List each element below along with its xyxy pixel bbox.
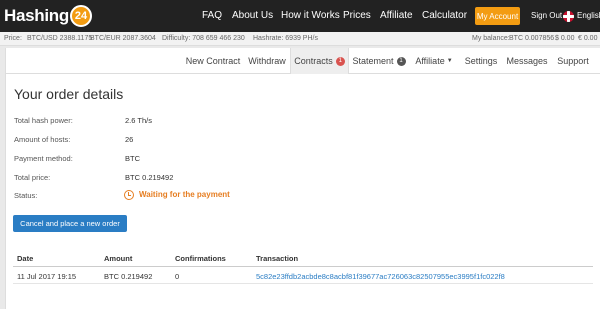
payment-method-label: Payment method:	[14, 154, 73, 163]
nav-link-affiliate[interactable]: Affiliate	[380, 10, 413, 21]
logo-text: Hashing	[4, 6, 69, 25]
status-text: Waiting for the payment	[139, 190, 230, 199]
table-row-divider	[13, 283, 593, 284]
total-price-value: BTC 0.219492	[125, 173, 174, 182]
column-header-date: Date	[17, 254, 34, 263]
tab-label: Support	[557, 56, 589, 66]
balance-usd: $ 0.00	[555, 35, 575, 42]
balance-label: My balance:	[472, 35, 510, 42]
logo-badge: 24	[69, 5, 92, 27]
column-header-confirmations: Confirmations	[175, 254, 226, 263]
btc-eur-rate: BTC/EUR 2087.3604	[90, 35, 156, 42]
network-hashrate: Hashrate: 6939 PH/s	[253, 35, 318, 42]
network-difficulty: Difficulty: 708 659 466 230	[162, 35, 245, 42]
tab-label: Messages	[506, 56, 548, 66]
tab-support[interactable]: Support	[551, 48, 595, 74]
tab-contracts[interactable]: Contracts 1	[290, 48, 349, 74]
transaction-amount: BTC 0.219492	[104, 272, 153, 281]
hash-power-value: 2.6 Th/s	[125, 116, 152, 125]
column-header-transaction: Transaction	[256, 254, 299, 263]
nav-link-faq[interactable]: FAQ	[202, 10, 222, 21]
tab-label: New Contract	[185, 56, 241, 66]
nav-link-about-us[interactable]: About Us	[232, 10, 273, 21]
table-header-divider	[13, 266, 593, 267]
main-panel: New Contract Withdraw Contracts 1 Statem…	[5, 48, 600, 309]
contracts-count-badge: 1	[335, 56, 345, 66]
transaction-confirmations: 0	[175, 272, 180, 281]
account-subnav: New Contract Withdraw Contracts 1 Statem…	[6, 48, 600, 74]
tab-new-contract[interactable]: New Contract	[182, 48, 244, 74]
caret-down-icon: ▼	[446, 58, 453, 64]
tab-label: Statement	[352, 56, 394, 66]
status-value: Waiting for the payment	[124, 189, 230, 200]
tab-messages[interactable]: Messages	[503, 48, 551, 74]
nav-link-how-it-works[interactable]: How it Works	[281, 10, 340, 21]
hashing24-logo[interactable]: Hashing 24	[4, 5, 92, 27]
transaction-date: 11 Jul 2017 19:15	[17, 272, 77, 281]
nav-link-prices[interactable]: Prices	[343, 10, 371, 21]
balance-btc: BTC 0.007856	[509, 35, 555, 42]
uk-flag-icon[interactable]	[563, 11, 574, 22]
balance-eur: € 0.00	[578, 35, 598, 42]
tab-label: Affiliate	[415, 56, 445, 66]
payment-method-value: BTC	[125, 154, 140, 163]
tab-label: Withdraw	[248, 56, 286, 66]
hash-power-label: Total hash power:	[14, 116, 73, 125]
column-header-amount: Amount	[104, 254, 133, 263]
tab-label: Contracts	[294, 56, 333, 66]
hosts-value: 26	[125, 135, 134, 144]
tab-affiliate[interactable]: Affiliate ▼	[409, 48, 459, 74]
transaction-hash-link[interactable]: 5c82e23ffdb2acbde8c8acbf81f39677ac726063…	[256, 272, 505, 281]
hosts-label: Amount of hosts:	[14, 135, 71, 144]
language-selector[interactable]: English	[577, 11, 600, 20]
btc-usd-rate: BTC/USD 2388.1175	[27, 35, 93, 42]
nav-link-calculator[interactable]: Calculator	[422, 10, 467, 21]
tab-statement[interactable]: Statement 1	[349, 48, 409, 74]
tab-withdraw[interactable]: Withdraw	[244, 48, 290, 74]
sign-out-link[interactable]: Sign Out	[531, 11, 562, 20]
tab-label: Settings	[464, 56, 498, 66]
status-label: Status:	[14, 191, 38, 200]
price-label: Price:	[4, 35, 22, 42]
page-title: Your order details	[14, 86, 124, 102]
cancel-and-new-order-button[interactable]: Cancel and place a new order	[13, 215, 127, 232]
tab-settings[interactable]: Settings	[459, 48, 503, 74]
total-price-label: Total price:	[14, 173, 51, 182]
stats-bar: Price: BTC/USD 2388.1175 BTC/EUR 2087.36…	[0, 32, 600, 46]
statement-count-badge: 1	[396, 56, 406, 66]
clock-icon	[124, 189, 134, 200]
my-account-button[interactable]: My Account	[475, 7, 520, 25]
top-navbar: Hashing 24 FAQ About Us How it Works Pri…	[0, 0, 600, 32]
